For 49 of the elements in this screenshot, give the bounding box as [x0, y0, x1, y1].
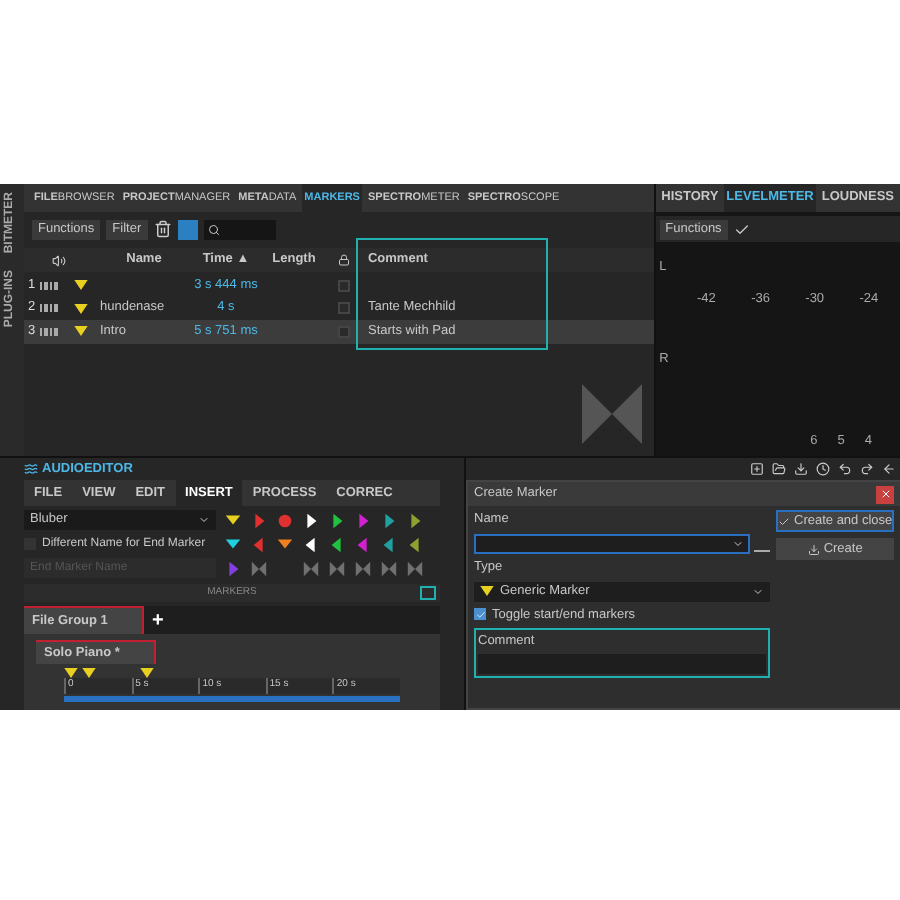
- delete-icon[interactable]: [153, 220, 172, 238]
- marker-icon: [480, 586, 494, 596]
- new-icon[interactable]: [750, 462, 765, 476]
- down-triangle-icon[interactable]: [224, 536, 242, 554]
- close-button[interactable]: [876, 485, 895, 503]
- add-tab-button[interactable]: +: [152, 605, 164, 635]
- redo-icon[interactable]: [860, 462, 875, 476]
- down-triangle-icon[interactable]: [224, 512, 242, 530]
- dropdown-icon: [752, 585, 764, 597]
- lock-checkbox[interactable]: [337, 279, 350, 292]
- bowtie-icon[interactable]: [406, 560, 424, 578]
- dropdown-icon: [732, 537, 744, 550]
- lock-checkbox[interactable]: [337, 302, 350, 315]
- bowtie-icon[interactable]: [328, 560, 346, 578]
- download-icon: [807, 543, 820, 555]
- name-field[interactable]: [474, 533, 750, 554]
- bowtie-icon[interactable]: [250, 560, 268, 578]
- download-icon[interactable]: [794, 462, 809, 476]
- marker-icon: [74, 326, 89, 337]
- close-icon: [879, 488, 892, 500]
- bowtie-icon[interactable]: [302, 560, 320, 578]
- wave-icon: [24, 462, 38, 476]
- comment-field[interactable]: [478, 654, 766, 674]
- bowtie-icon[interactable]: [380, 560, 398, 578]
- lock-icon: [337, 254, 350, 266]
- bowtie-icon[interactable]: [354, 560, 372, 578]
- checkbox[interactable]: [474, 608, 486, 621]
- right-triangle-icon[interactable]: [302, 512, 320, 530]
- check-icon[interactable]: [733, 221, 750, 237]
- dropdown-icon: [198, 514, 210, 526]
- speaker-icon: [52, 253, 67, 267]
- clock-icon[interactable]: [816, 462, 831, 476]
- folder-icon[interactable]: [772, 462, 787, 476]
- lock-checkbox[interactable]: [337, 325, 350, 338]
- bowtie-logo-icon: [581, 384, 642, 444]
- search-field[interactable]: [203, 219, 276, 239]
- check-icon: [778, 515, 790, 527]
- down-triangle-icon[interactable]: [276, 536, 294, 554]
- left-triangle-icon[interactable]: [328, 536, 346, 554]
- back-arrow-icon[interactable]: [882, 462, 897, 476]
- left-triangle-icon[interactable]: [302, 536, 320, 554]
- marker-icon: [74, 280, 89, 291]
- right-triangle-icon[interactable]: [328, 512, 346, 530]
- circle-icon[interactable]: [276, 512, 294, 530]
- check-icon: [475, 609, 485, 620]
- marker-icon: [74, 303, 89, 314]
- search-icon: [207, 223, 220, 235]
- undo-icon[interactable]: [838, 462, 853, 476]
- expand-icon[interactable]: [420, 586, 436, 600]
